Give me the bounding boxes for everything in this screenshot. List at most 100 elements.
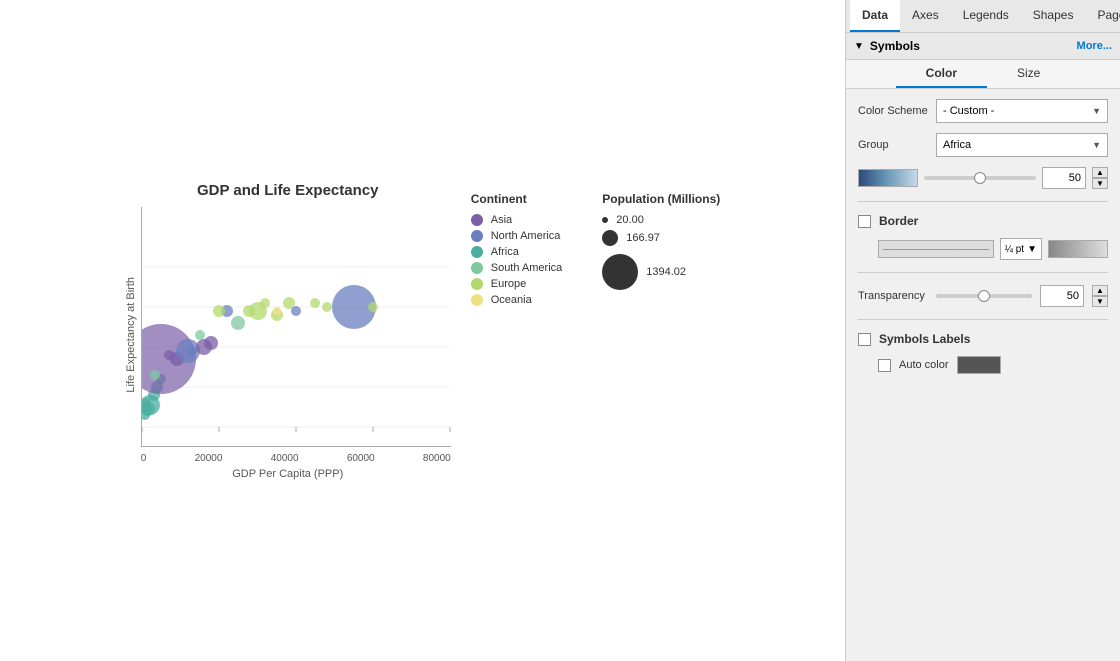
chart-plot-area: 50 60 70 80 90 — [141, 207, 451, 464]
pop-medium-dot — [602, 230, 618, 246]
border-pt-dropdown-arrow-icon: ▼ — [1027, 244, 1037, 255]
pop-small-label: 20.00 — [616, 214, 644, 226]
more-button[interactable]: More... — [1077, 40, 1112, 52]
legend-item-europe: Europe — [471, 278, 563, 290]
legend-item-pop-large: 1394.02 — [602, 254, 720, 290]
color-value-input[interactable] — [1042, 167, 1086, 189]
collapse-arrow-icon[interactable]: ▼ — [854, 41, 864, 52]
border-gradient-preview[interactable] — [1048, 240, 1108, 258]
gradient-row: ▲ ▼ — [858, 167, 1108, 189]
sub-tab-color[interactable]: Color — [896, 60, 987, 88]
legend-area: Continent Asia North America Africa Sout… — [471, 182, 721, 306]
color-value-stepper[interactable]: ▲ ▼ — [1092, 167, 1108, 189]
symbols-labels-label: Symbols Labels — [879, 332, 970, 346]
stepper-down-button[interactable]: ▼ — [1092, 178, 1108, 189]
legend-item-pop-small: 20.00 — [602, 214, 720, 226]
color-slider-thumb[interactable] — [974, 172, 986, 184]
divider1 — [858, 201, 1108, 202]
symbols-labels-checkbox[interactable] — [858, 333, 871, 346]
oceania-label: Oceania — [491, 294, 532, 306]
auto-color-swatch[interactable] — [957, 356, 1001, 374]
legend-item-asia: Asia — [471, 214, 563, 226]
chart-container: GDP and Life Expectancy Life Expectancy … — [125, 182, 721, 480]
tab-shapes[interactable]: Shapes — [1021, 0, 1086, 32]
transparency-stepper-up-button[interactable]: ▲ — [1092, 285, 1108, 296]
symbols-label: Symbols — [870, 39, 920, 53]
legend-item-south-america: South America — [471, 262, 563, 274]
south-america-color-dot — [471, 262, 483, 274]
tab-legends[interactable]: Legends — [951, 0, 1021, 32]
stepper-up-button[interactable]: ▲ — [1092, 167, 1108, 178]
symbols-section-header: ▼ Symbols More... — [846, 33, 1120, 60]
group-label: Group — [858, 139, 928, 151]
north-america-label: North America — [491, 230, 561, 242]
color-scheme-row: Color Scheme - Custom - ▼ — [858, 99, 1108, 123]
border-pt-dropdown[interactable]: ¼ pt ▼ — [1000, 238, 1042, 260]
population-legend: Population (Millions) 20.00 166.97 1394.… — [602, 192, 720, 306]
europe-color-dot — [471, 278, 483, 290]
x-axis-label: GDP Per Capita (PPP) — [232, 468, 343, 480]
pop-medium-label: 166.97 — [626, 232, 660, 244]
asia-color-dot — [471, 214, 483, 226]
south-america-label: South America — [491, 262, 563, 274]
group-value: Africa — [943, 139, 971, 151]
symbols-labels-row: Symbols Labels — [858, 332, 1108, 346]
color-scheme-dropdown[interactable]: - Custom - ▼ — [936, 99, 1108, 123]
border-row: Border — [858, 214, 1108, 228]
divider2 — [858, 272, 1108, 273]
pop-large-dot — [602, 254, 638, 290]
transparency-slider-track[interactable] — [936, 294, 1032, 298]
panel-content: Color Scheme - Custom - ▼ Group Africa ▼… — [846, 89, 1120, 384]
tab-axes[interactable]: Axes — [900, 0, 951, 32]
auto-color-checkbox[interactable] — [878, 359, 891, 372]
transparency-stepper-down-button[interactable]: ▼ — [1092, 296, 1108, 307]
border-controls: ¼ pt ▼ — [858, 238, 1108, 260]
pop-large-label: 1394.02 — [646, 266, 686, 278]
color-scheme-value: - Custom - — [943, 105, 994, 117]
chart-svg: 50 60 70 80 90 — [141, 207, 451, 447]
europe-label: Europe — [491, 278, 526, 290]
color-scheme-dropdown-arrow-icon: ▼ — [1092, 106, 1101, 116]
legend-item-north-america: North America — [471, 230, 563, 242]
border-label: Border — [879, 214, 918, 228]
border-checkbox[interactable] — [858, 215, 871, 228]
tab-bar: Data Axes Legends Shapes Page — [846, 0, 1120, 33]
border-pt-value: ¼ pt — [1005, 244, 1024, 255]
tab-page[interactable]: Page — [1085, 0, 1120, 32]
transparency-label: Transparency — [858, 290, 928, 302]
transparency-slider-thumb[interactable] — [978, 290, 990, 302]
transparency-value-input[interactable] — [1040, 285, 1084, 307]
legend-item-africa: Africa — [471, 246, 563, 258]
sub-tab-bar: Color Size — [846, 60, 1120, 89]
group-dropdown[interactable]: Africa ▼ — [936, 133, 1108, 157]
transparency-row: Transparency ▲ ▼ — [858, 285, 1108, 307]
chart-area: GDP and Life Expectancy Life Expectancy … — [0, 0, 845, 661]
border-line-style — [883, 249, 989, 250]
border-line-preview — [878, 240, 994, 258]
legend-item-pop-medium: 166.97 — [602, 230, 720, 246]
divider3 — [858, 319, 1108, 320]
color-slider-track[interactable] — [924, 176, 1036, 180]
africa-color-dot — [471, 246, 483, 258]
population-legend-title: Population (Millions) — [602, 192, 720, 206]
africa-label: Africa — [491, 246, 519, 258]
north-america-color-dot — [471, 230, 483, 242]
auto-color-row: Auto color — [858, 356, 1108, 374]
group-row: Group Africa ▼ — [858, 133, 1108, 157]
pop-small-dot — [602, 217, 608, 223]
color-scheme-label: Color Scheme — [858, 105, 928, 117]
oceania-color-dot — [471, 294, 483, 306]
auto-color-label: Auto color — [899, 359, 949, 371]
chart-body: Life Expectancy at Birth 50 60 — [125, 207, 451, 464]
asia-label: Asia — [491, 214, 512, 226]
sub-tab-size[interactable]: Size — [987, 60, 1070, 88]
legend-item-oceania: Oceania — [471, 294, 563, 306]
group-dropdown-arrow-icon: ▼ — [1092, 140, 1101, 150]
chart-title: GDP and Life Expectancy — [197, 182, 378, 199]
transparency-stepper[interactable]: ▲ ▼ — [1092, 285, 1108, 307]
y-axis-label: Life Expectancy at Birth — [125, 277, 137, 393]
color-gradient-preview[interactable] — [858, 169, 918, 187]
tab-data[interactable]: Data — [850, 0, 900, 32]
continent-legend: Continent Asia North America Africa Sout… — [471, 192, 563, 306]
right-panel: Data Axes Legends Shapes Page ▼ Symbols … — [845, 0, 1120, 661]
